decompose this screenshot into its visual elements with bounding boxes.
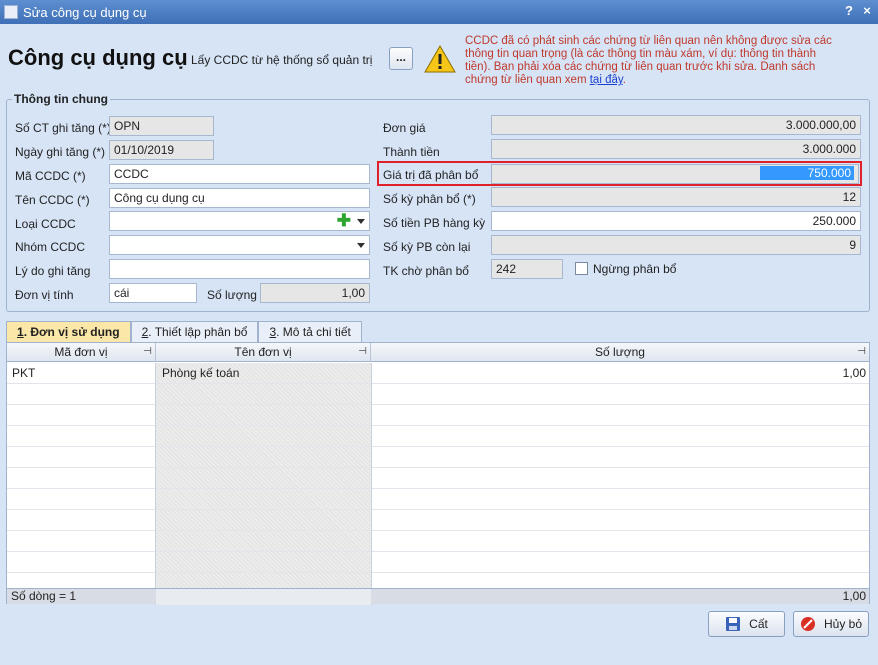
nhom-label: Nhóm CCDC	[15, 240, 86, 254]
conlai-field: 9	[491, 235, 861, 255]
row-divider	[7, 404, 869, 405]
col-header-ma[interactable]: Mã đơn vị ⊣	[7, 343, 156, 362]
loai-label: Loại CCDC	[15, 217, 76, 231]
row-divider	[7, 530, 869, 531]
col-header-label: Mã đơn vị	[54, 345, 108, 359]
cell-ten: Phòng kế toán	[162, 366, 240, 380]
sotien-label: Số tiền PB hàng kỳ	[383, 216, 486, 230]
col-header-label: Tên đơn vị	[234, 345, 292, 359]
tab-num: 1	[17, 325, 24, 339]
row-divider	[7, 551, 869, 552]
ma-label: Mã CCDC (*)	[15, 169, 86, 183]
units-grid: Mã đơn vị ⊣ Tên đơn vị ⊣ Số lượng ⊣ PKT	[6, 342, 870, 605]
ngay-label: Ngày ghi tăng (*)	[15, 145, 106, 159]
close-button[interactable]: ×	[860, 3, 874, 18]
tab-bar: 1. Đơn vị sử dụng 2. Thiết lập phân bổ 3…	[6, 321, 362, 342]
so-ct-field: OPN	[109, 116, 214, 136]
floppy-icon	[726, 617, 741, 631]
browse-button[interactable]: ...	[389, 47, 413, 70]
readonly-column-bg	[156, 363, 371, 588]
soky-label: Số kỳ phân bổ (*)	[383, 192, 476, 206]
ten-label: Tên CCDC (*)	[15, 193, 90, 207]
tab-mo-ta[interactable]: 3. Mô tả chi tiết	[258, 321, 362, 342]
warning-message: CCDC đã có phát sinh các chứng từ liên q…	[465, 35, 833, 87]
grid-footer: Số dòng = 1 1,00	[7, 588, 869, 605]
so-ct-label: Số CT ghi tăng (*)	[15, 121, 111, 135]
col-header-sl[interactable]: Số lượng ⊣	[371, 343, 869, 362]
window-title: Sửa công cụ dụng cụ	[23, 4, 147, 20]
col-divider	[155, 363, 156, 605]
thanhtien-field: 3.000.000	[491, 139, 861, 159]
gtpb-label: Giá trị đã phân bổ	[383, 168, 479, 182]
gtpb-field[interactable]: 750.000	[491, 164, 859, 184]
tab-don-vi[interactable]: 1. Đơn vị sử dụng	[6, 321, 131, 342]
cell-ma[interactable]: PKT	[12, 363, 35, 383]
tab-label: . Thiết lập phân bổ	[148, 325, 248, 339]
row-divider	[7, 572, 869, 573]
row-divider	[7, 446, 869, 447]
tab-thiet-lap[interactable]: 2. Thiết lập phân bổ	[130, 321, 259, 342]
group-title: Thông tin chung	[12, 92, 110, 106]
cancel-icon	[800, 617, 815, 631]
thanhtien-label: Thành tiền	[383, 145, 440, 159]
col-header-label: Số lượng	[595, 345, 645, 359]
footer-empty	[156, 589, 371, 605]
row-divider	[7, 509, 869, 510]
help-button[interactable]: ?	[842, 3, 856, 18]
cancel-button[interactable]: Hủy bỏ	[793, 611, 869, 637]
tab-label: . Mô tả chi tiết	[276, 325, 351, 339]
ma-field[interactable]: CCDC	[109, 164, 370, 184]
row-divider	[7, 425, 869, 426]
lydo-field[interactable]	[109, 259, 370, 279]
grid-header: Mã đơn vị ⊣ Tên đơn vị ⊣ Số lượng ⊣	[7, 343, 869, 362]
chevron-down-icon[interactable]	[357, 219, 365, 224]
import-label: Lấy CCDC từ hệ thống sổ quản trị	[191, 53, 373, 67]
ngung-checkbox[interactable]	[575, 262, 588, 275]
dongia-label: Đơn giá	[383, 121, 426, 135]
sotien-field[interactable]: 250.000	[491, 211, 861, 231]
pin-icon[interactable]: ⊣	[358, 343, 367, 361]
dongia-field: 3.000.000,00	[491, 115, 861, 135]
pin-icon[interactable]: ⊣	[857, 343, 866, 361]
warning-icon	[424, 44, 456, 73]
sl-label: Số lượng	[207, 288, 257, 302]
pin-icon[interactable]: ⊣	[143, 343, 152, 361]
row-divider	[7, 488, 869, 489]
col-divider	[371, 363, 372, 605]
cell-sl[interactable]: 1,00	[377, 363, 866, 383]
page-title: Công cụ dụng cụ	[8, 45, 188, 70]
edit-tool-window: Sửa công cụ dụng cụ ? × Công cụ dụng cụ …	[0, 0, 878, 665]
nhom-combobox[interactable]	[109, 235, 370, 255]
tk-field: 242	[491, 259, 563, 279]
warning-text: CCDC đã có phát sinh các chứng từ liên q…	[465, 35, 832, 86]
tk-label: TK chờ phân bổ	[383, 264, 469, 278]
gtpb-value: 750.000	[759, 166, 854, 180]
loai-combobox[interactable]: ✚	[109, 211, 370, 231]
dvt-label: Đơn vị tính	[15, 288, 74, 302]
app-icon	[4, 5, 18, 19]
warning-end: .	[622, 74, 626, 86]
warning-link[interactable]: tại đây	[590, 74, 623, 86]
ngung-label: Ngừng phân bổ	[593, 262, 677, 276]
cancel-label: Hủy bỏ	[823, 617, 863, 631]
chevron-down-icon[interactable]	[357, 243, 365, 248]
save-label: Cất	[749, 617, 768, 631]
sl-field: 1,00	[260, 283, 370, 303]
col-header-ten[interactable]: Tên đơn vị ⊣	[156, 343, 371, 362]
conlai-label: Số kỳ PB còn lại	[383, 240, 471, 254]
dvt-field[interactable]: cái	[109, 283, 197, 303]
tab-label: . Đơn vị sử dụng	[23, 325, 120, 339]
row-divider	[7, 467, 869, 468]
save-button[interactable]: Cất	[708, 611, 785, 637]
footer-total: 1,00	[842, 589, 866, 603]
row-count: Số dòng = 1	[11, 589, 77, 603]
soky-field: 12	[491, 187, 861, 207]
row-divider	[7, 383, 869, 384]
ngay-field: 01/10/2019	[109, 140, 214, 160]
add-icon[interactable]: ✚	[337, 212, 351, 229]
lydo-label: Lý do ghi tăng	[15, 264, 91, 278]
title-bar: Sửa công cụ dụng cụ ? ×	[0, 0, 878, 24]
ten-field[interactable]: Công cụ dụng cụ	[109, 188, 370, 208]
